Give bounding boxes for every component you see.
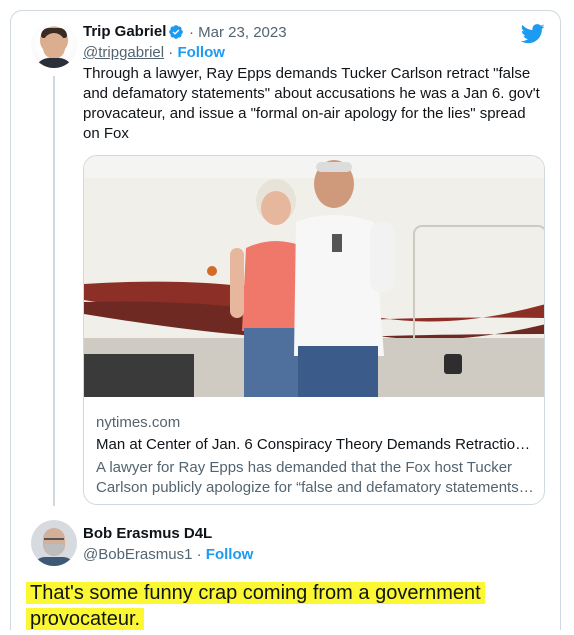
thread-connector-line (53, 76, 55, 506)
reply-author-name[interactable]: Bob Erasmus D4L (83, 525, 212, 542)
link-preview-card[interactable]: nytimes.com Man at Center of Jan. 6 Cons… (83, 155, 545, 505)
rv-couple-photo-illustration (84, 156, 544, 397)
tweet-handle-row: @tripgabriel · Follow (83, 44, 225, 61)
tweet-timestamp[interactable]: Mar 23, 2023 (198, 24, 286, 41)
tweet-body-text: Through a lawyer, Ray Epps demands Tucke… (83, 65, 540, 142)
trip-gabriel-avatar[interactable] (31, 22, 77, 68)
bob-erasmus-avatar[interactable] (31, 520, 77, 566)
reply-author-handle[interactable]: @BobErasmus1 (83, 546, 192, 563)
reply-handle-separator: · (196, 546, 202, 563)
tweet-author-name[interactable]: Trip Gabriel (83, 23, 166, 40)
tweet-date[interactable]: · Mar 23, 2023 (189, 24, 287, 41)
reply-follow-button[interactable]: Follow (206, 546, 254, 563)
handle-separator: · (168, 44, 174, 61)
tweet-author-handle[interactable]: @tripgabriel (83, 44, 164, 61)
link-description: A lawyer for Ray Epps has demanded that … (96, 459, 534, 496)
follow-button[interactable]: Follow (177, 44, 225, 61)
reply-handle-row: @BobErasmus1 · Follow (83, 546, 253, 563)
highlighted-reply-text: That's some funny crap coming from a gov… (26, 582, 485, 630)
date-separator: · (189, 24, 194, 41)
twitter-bird-icon[interactable] (521, 24, 545, 44)
link-title: Man at Center of Jan. 6 Conspiracy Theor… (96, 436, 536, 453)
reply-body-text: That's some funny crap coming from a gov… (26, 580, 546, 632)
article-photo (84, 156, 544, 397)
link-domain: nytimes.com (96, 414, 181, 431)
verified-badge-icon (169, 25, 183, 39)
